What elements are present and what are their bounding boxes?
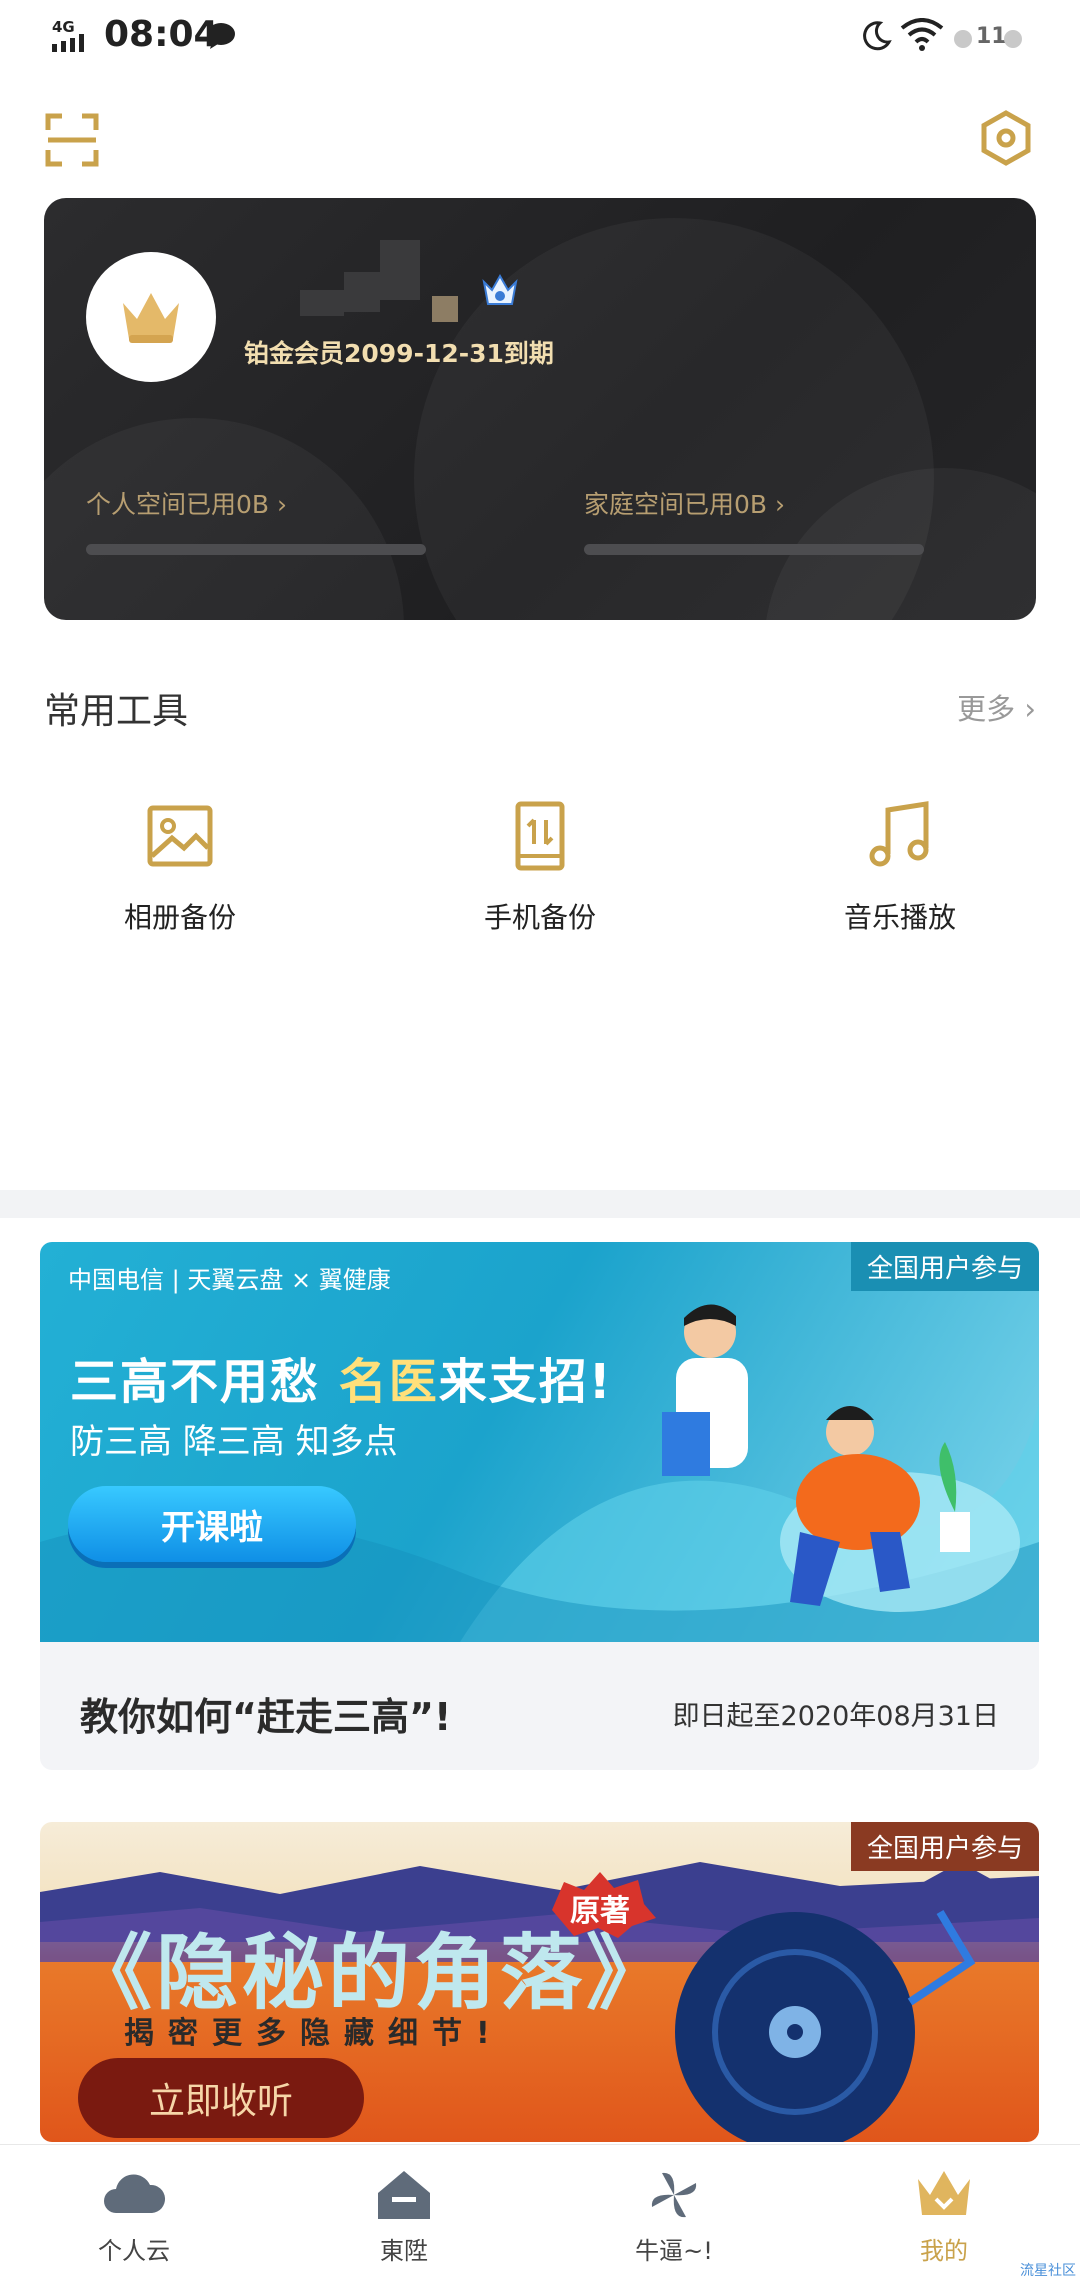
clock: 08:04 [104,14,219,55]
health-banner-title: 教你如何“赶走三高”! [80,1695,452,1739]
personal-space-link[interactable]: 个人空间已用0B › [86,485,287,521]
tab-discover[interactable]: 牛逼~! [574,2145,774,2280]
listen-now-button[interactable]: 立即收听 [78,2058,364,2138]
nationwide-tag: 全国用户参与 [850,1822,1039,1871]
health-headline: 三高不用愁 名医来支招! [70,1354,613,1410]
watermark: 流星社区 [1020,2263,1076,2279]
settings-icon[interactable] [978,110,1034,166]
tab-label: 牛逼~! [635,2237,713,2265]
moon-icon [863,21,892,51]
personal-space-bar [86,544,426,555]
family-space-link[interactable]: 家庭空间已用0B › [584,485,785,521]
battery-indicator: 11 [952,22,1024,52]
family-space-bar [584,544,924,555]
tab-personal-cloud[interactable]: 个人云 [34,2145,234,2280]
home-icon [378,2171,430,2219]
signal-icon [52,34,84,52]
tab-label: 个人云 [98,2237,170,2265]
phone-backup-icon [515,801,565,871]
start-course-button[interactable]: 开课啦 [68,1486,356,1562]
health-banner-date: 即日起至2020年08月31日 [672,1701,999,1732]
tools-section-title: 常用工具 [44,691,189,732]
tool-label: 音乐播放 [843,901,956,934]
tool-label: 手机备份 [483,901,596,934]
photo-icon [147,805,213,867]
battery-level: 11 [976,24,1007,49]
cloud-icon [104,2174,166,2213]
tool-phone-backup[interactable]: 手机备份 [440,800,640,936]
member-badge-icon [482,273,518,305]
tab-home[interactable]: 東陞 [304,2145,504,2280]
partner-logos: 中国电信 | 天翼云盘 × 翼健康 [68,1266,391,1294]
crown-avatar-icon [123,293,179,343]
member-expiry: 铂金会员2099-12-31到期 [244,339,554,368]
music-icon [869,801,929,867]
tab-mine[interactable]: 我的 [844,2145,1044,2280]
tool-label: 相册备份 [123,901,236,934]
tool-album-backup[interactable]: 相册备份 [80,800,280,936]
scan-icon[interactable] [44,112,100,168]
wifi-icon [900,18,944,51]
health-promo-banner[interactable]: 全国用户参与 中国电信 | 天翼云盘 × 翼健康 三高不用愁 名医来支招! 防三… [40,1242,1039,1770]
audio-promo-banner[interactable]: 全国用户参与 《隐秘的角落》 原著 揭密更多隐藏细节! 立即收听 [40,1822,1039,2142]
chat-notification-icon [207,23,235,49]
audio-banner-subtitle: 揭密更多隐藏细节! [124,2016,504,2051]
username-masked [380,240,420,300]
health-subheadline: 防三高 降三高 知多点 [70,1422,398,1462]
tab-label: 我的 [920,2237,968,2265]
member-card[interactable]: 铂金会员2099-12-31到期 个人空间已用0B › 家庭空间已用0B › [44,198,1036,620]
tool-music-player[interactable]: 音乐播放 [800,800,1000,936]
more-tools-link[interactable]: 更多 › [957,686,1036,728]
avatar[interactable] [86,252,216,382]
status-bar: 4G 08:04 11 [0,0,1080,74]
nationwide-tag: 全国用户参与 [850,1242,1039,1291]
pinwheel-icon [651,2172,697,2218]
section-divider [0,1190,1080,1218]
doctor-patient-illustration [662,1304,970,1606]
crown-icon [918,2171,970,2215]
health-banner-footer[interactable]: 教你如何“赶走三高”! 即日起至2020年08月31日 [40,1642,1039,1770]
tab-label: 東陞 [380,2237,428,2265]
original-work-badge: 原著 [548,1870,658,1940]
bottom-tab-bar: 个人云 東陞 牛逼~! 我的 流星社区 [0,2144,1080,2280]
